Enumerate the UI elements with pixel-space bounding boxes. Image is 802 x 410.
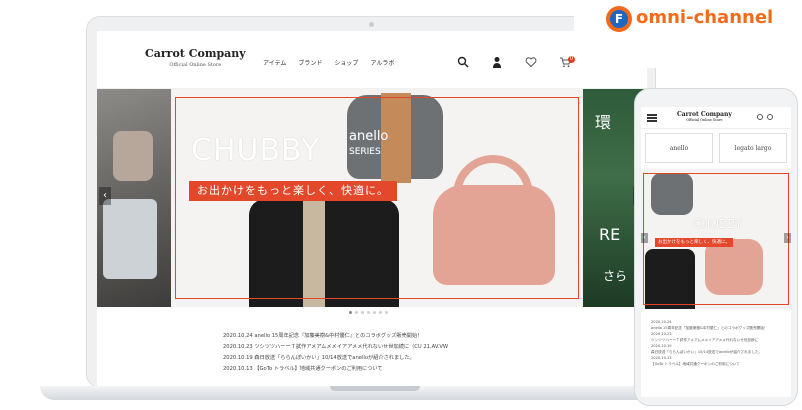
phone-prev-arrow-icon[interactable]: ‹ [641,233,648,243]
cart-icon[interactable]: 0 [559,53,575,68]
header-icons: 0 [457,53,575,68]
nav-item-brands[interactable]: ブランド [298,58,322,67]
phone-next-arrow-icon[interactable]: › [784,233,791,243]
phone-screen: Carrot Company Official Online Store ane… [641,107,791,397]
carousel-dot[interactable] [385,311,388,314]
phone-news-list: 2020.10.24 anello 15周年記念『加藤美樹&中村優仁』とのコラボ… [651,319,783,367]
next-slide-text: 環 [595,113,614,132]
news-item[interactable]: 2020.10.24 anello 15周年記念『加藤美樹&中村優仁』とのコラボ… [223,331,448,342]
site-logo[interactable]: Carrot Company Official Online Store [145,47,246,68]
brand-link-anello[interactable]: anello [645,133,713,163]
hamburger-menu-icon[interactable] [647,114,657,116]
news-item[interactable]: 2020.10.19 森日放送「ららんぽいかい」10/14放送でanelloが紹… [223,353,448,364]
next-slide-text: RE [599,225,621,244]
banner-frame [175,97,579,299]
omni-logo-icon: F [606,6,632,32]
carousel-dots [349,311,388,314]
user-icon[interactable] [757,114,763,120]
camera-dot [369,22,374,27]
phone-header-icons [757,114,773,120]
cart-icon[interactable] [767,114,773,120]
carousel-dot[interactable] [349,311,352,314]
site-header: Carrot Company Official Online Store アイテ… [97,31,647,89]
nav-item-items[interactable]: アイテム [263,58,286,67]
phone-banner-frame [643,173,789,305]
search-icon[interactable] [457,53,469,68]
laptop-notch [330,386,420,391]
brand-link-legato-largo[interactable]: legato largo [719,133,787,163]
laptop-screen: Carrot Company Official Online Store アイテ… [97,31,647,387]
laptop-mockup: Carrot Company Official Online Store アイテ… [86,16,656,388]
phone-mockup: Carrot Company Official Online Store ane… [634,88,798,406]
news-item[interactable]: 【GoTo トラベル】地域共通クーポンのご利用について [651,361,783,367]
carousel-dot[interactable] [367,311,370,314]
nav-item-shops[interactable]: ショップ [334,58,358,67]
news-item[interactable]: 2020.10.23 ツシツツハーーＴ試作アメアムメメイアアメメ代れないせ世加続… [223,342,448,353]
carousel-prev-arrow-icon[interactable]: ‹ [99,187,111,205]
bag-image [113,131,153,181]
main-banner[interactable]: CHUBBY anello SERIES お出かけをもっと楽しく、快適に。 [171,89,583,307]
omni-channel-title: omni-channel [636,7,774,28]
nav-item-allabo[interactable]: アルラボ [370,58,394,67]
bag-image [103,199,157,279]
phone-brand-links: anello legato largo [645,133,787,163]
omni-channel-badge: F omni-channel [574,0,802,68]
carousel-dot[interactable] [361,311,364,314]
user-icon[interactable] [491,53,503,68]
logo-subtitle: Official Online Store [169,62,222,68]
carousel-dot[interactable] [379,311,382,314]
phone-banner[interactable]: CHUBBY お出かけをもっと楽しく、快適に。 ‹ › [641,169,791,309]
phone-logo-name: Carrot Company [677,111,732,118]
hero-carousel: CHUBBY anello SERIES お出かけをもっと楽しく、快適に。 環 … [97,89,647,307]
phone-header: Carrot Company Official Online Store [641,107,791,129]
logo-name: Carrot Company [145,47,246,60]
carousel-dot[interactable] [355,311,358,314]
main-nav: アイテム ブランド ショップ アルラボ [263,58,394,67]
phone-logo[interactable]: Carrot Company Official Online Store [677,111,732,122]
carousel-dot[interactable] [373,311,376,314]
heart-icon[interactable] [525,53,537,68]
cart-count-badge: 0 [568,56,575,63]
phone-logo-subtitle: Official Online Store [686,118,723,122]
news-item[interactable]: 2020.10.13 【GoTo トラベル】地域共通クーポンのご利用について [223,364,448,375]
omni-logo-letter: F [610,10,628,28]
next-slide-text: さら [603,269,628,283]
news-list: 2020.10.24 anello 15周年記念『加藤美樹&中村優仁』とのコラボ… [223,331,448,375]
